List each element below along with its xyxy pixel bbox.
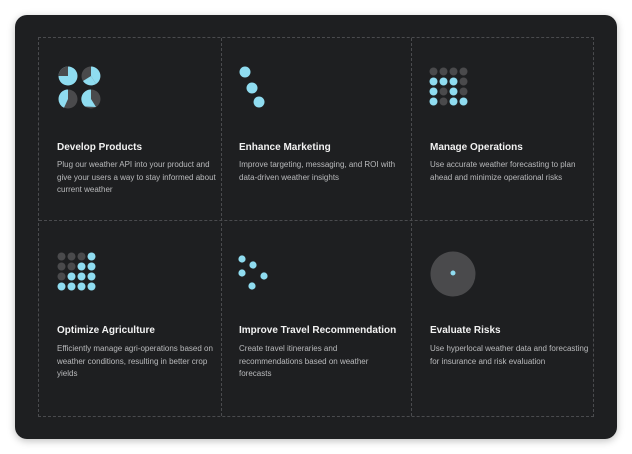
dot	[459, 67, 468, 76]
target-circle-icon	[430, 251, 476, 297]
card-title: Improve Travel Recommendation	[239, 325, 397, 336]
dot	[77, 282, 86, 291]
card-description: Use accurate weather forecasting to plan…	[430, 160, 576, 182]
card-evaluate-risks: Evaluate Risks Use hyperlocal weather da…	[411, 220, 595, 418]
card-title: Enhance Marketing	[239, 142, 331, 153]
card-develop-products: Develop Products Plug our weather API in…	[39, 38, 221, 220]
features-panel: Develop Products Plug our weather API in…	[15, 15, 617, 439]
dot	[67, 252, 76, 261]
dot	[57, 282, 66, 291]
dot	[459, 77, 468, 86]
card-description: Use hyperlocal weather data and forecast…	[430, 344, 589, 366]
card-optimize-agriculture: Optimize Agriculture Efficiently manage …	[39, 220, 221, 418]
card-description: Efficiently manage agri-operations based…	[57, 344, 213, 378]
dot	[449, 67, 458, 76]
dot	[87, 252, 96, 261]
card-title: Develop Products	[57, 142, 143, 153]
dot	[459, 87, 468, 96]
dot	[77, 252, 86, 261]
dot	[57, 262, 66, 271]
dot	[459, 97, 468, 106]
dot	[57, 252, 66, 261]
dot	[449, 97, 458, 106]
dot	[57, 272, 66, 281]
dot	[67, 282, 76, 291]
pie-charts-icon	[58, 66, 101, 109]
scattered-dots-icon	[238, 255, 268, 290]
card-description: Improve targeting, messaging, and ROI wi…	[239, 160, 396, 182]
dot	[429, 97, 438, 106]
dot	[449, 77, 458, 86]
card-title: Manage Operations	[430, 142, 523, 153]
card-title: Optimize Agriculture	[57, 325, 155, 336]
dot	[439, 77, 448, 86]
dot	[87, 272, 96, 281]
dot	[429, 67, 438, 76]
dot	[87, 282, 96, 291]
dot	[67, 262, 76, 271]
card-manage-operations: Manage Operations Use accurate weather f…	[411, 38, 595, 220]
dot	[77, 272, 86, 281]
card-improve-travel: Improve Travel Recommendation Create tra…	[221, 220, 411, 418]
card-enhance-marketing: Enhance Marketing Improve targeting, mes…	[221, 38, 411, 220]
dot	[439, 97, 448, 106]
dot-staircase-icon	[57, 252, 96, 291]
card-description: Plug our weather API into your product a…	[57, 160, 216, 194]
dot	[429, 77, 438, 86]
dot	[439, 87, 448, 96]
dot	[429, 87, 438, 96]
dot-grid-icon	[429, 67, 468, 106]
features-grid: Develop Products Plug our weather API in…	[38, 37, 594, 417]
card-description: Create travel itineraries and recommenda…	[239, 344, 369, 378]
dot	[439, 67, 448, 76]
dot	[77, 262, 86, 271]
diagonal-dots-icon	[239, 66, 265, 108]
card-title: Evaluate Risks	[430, 325, 501, 336]
dot	[87, 262, 96, 271]
dot	[67, 272, 76, 281]
dot	[449, 87, 458, 96]
